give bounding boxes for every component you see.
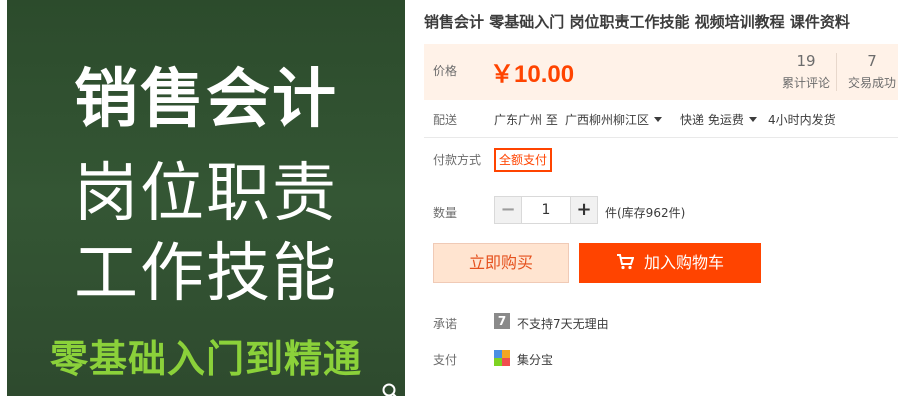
quantity-label: 数量: [433, 206, 458, 220]
image-text-line4: 零基础入门到精通: [49, 337, 362, 381]
seven-day-icon: 7: [494, 313, 510, 329]
trade-count: 7 交易成功: [843, 52, 898, 91]
shipping-row: 配送 广东广州 至 广西柳州柳江区 快递 免运费 4小时内发货: [433, 111, 836, 128]
shipping-method-select[interactable]: 快递 免运费: [680, 111, 757, 128]
stock-info: 件(库存962件): [605, 206, 686, 220]
image-text-line2: 岗位职责: [74, 157, 338, 231]
quantity-input[interactable]: 1: [521, 197, 571, 223]
shipping-destination: 广西柳州柳江区: [565, 113, 650, 127]
cart-icon: [616, 253, 634, 269]
trade-count-number: 7: [867, 52, 877, 70]
product-image[interactable]: 销售会计 岗位职责 工作技能 零基础入门到精通: [7, 0, 405, 396]
payment-method-label: 付款方式: [433, 153, 482, 167]
add-to-cart-button[interactable]: 加入购物车: [579, 243, 761, 283]
image-text-line1: 销售会计: [74, 63, 338, 137]
promise-text[interactable]: 不支持7天无理由: [517, 315, 609, 332]
promise-label: 承诺: [433, 317, 458, 331]
review-count-label: 累计评论: [781, 76, 830, 90]
full-payment-option[interactable]: 全额支付: [494, 148, 552, 172]
increase-button[interactable]: +: [571, 197, 597, 223]
price-value: ￥10.00: [490, 61, 575, 88]
price-label: 价格: [433, 64, 458, 78]
review-count-number: 19: [796, 52, 816, 70]
shipping-from: 广东广州 至: [494, 113, 558, 127]
quantity-stepper: − 1 +: [494, 196, 598, 224]
shipping-time: 4小时内发货: [768, 113, 836, 127]
trade-count-label: 交易成功: [847, 76, 896, 90]
jifenbao-icon: [494, 350, 510, 366]
chevron-down-icon: [748, 117, 757, 122]
shipping-destination-select[interactable]: 广西柳州柳江区: [565, 111, 663, 128]
add-to-cart-label: 加入购物车: [643, 253, 724, 272]
price-panel: 价格 ￥10.00 19 累计评论 7 交易成功: [424, 44, 898, 100]
decrease-button[interactable]: −: [495, 197, 521, 223]
buy-now-button[interactable]: 立即购买: [433, 243, 569, 283]
divider: [424, 137, 898, 138]
image-text-line3: 工作技能: [74, 237, 338, 311]
shipping-label: 配送: [433, 113, 458, 127]
zoom-icon[interactable]: [381, 382, 399, 396]
review-count[interactable]: 19 累计评论: [776, 52, 836, 91]
stat-divider: [836, 53, 837, 91]
pay-label: 支付: [433, 353, 458, 367]
chevron-down-icon: [654, 117, 663, 122]
product-title: 销售会计 零基础入门 岗位职责工作技能 视频培训教程 课件资料: [424, 13, 850, 31]
pay-method-text[interactable]: 集分宝: [517, 351, 553, 368]
shipping-method: 快递 免运费: [680, 113, 744, 127]
